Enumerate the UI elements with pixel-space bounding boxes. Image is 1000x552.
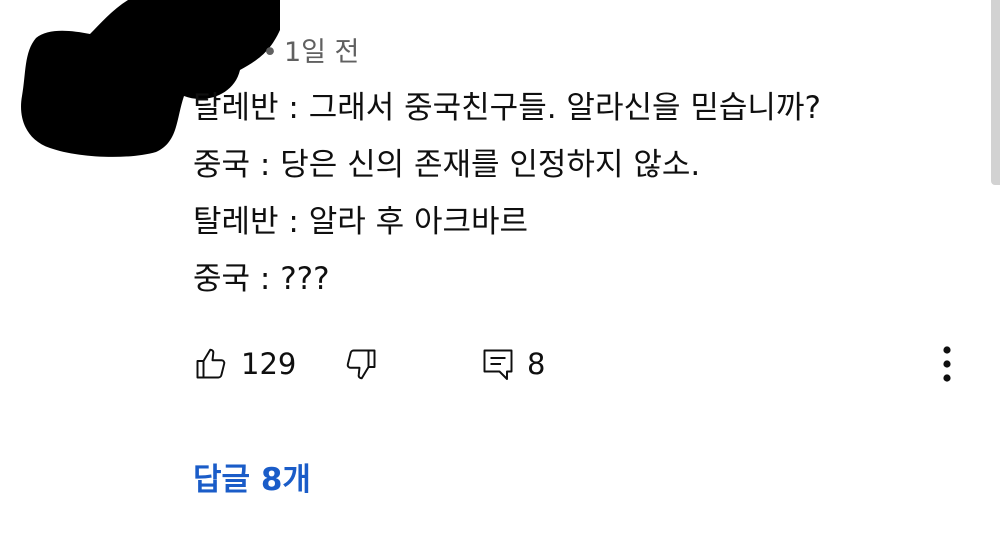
comment-timestamp: 1일 전 xyxy=(283,37,360,68)
meta-separator: • xyxy=(262,37,278,68)
more-options-button[interactable] xyxy=(937,340,957,388)
reply-button[interactable]: 8 xyxy=(481,340,545,388)
comment-line: 중국 : 당은 신의 존재를 인정하지 않소. xyxy=(193,147,701,183)
show-replies-link[interactable]: 답글 8개 xyxy=(193,454,311,499)
thumbs-up-icon xyxy=(196,348,226,379)
comment-line: 탈레반 : 그래서 중국친구들. 알라신을 믿습니까? xyxy=(193,90,821,126)
comment-line: 탈레반 : 알라 후 아크바르 xyxy=(193,204,529,240)
reply-count: 8 xyxy=(527,347,546,381)
comment-meta: • 1일 전 xyxy=(262,30,359,69)
like-count: 129 xyxy=(241,347,297,381)
more-vertical-icon xyxy=(943,346,951,382)
dislike-button[interactable] xyxy=(343,340,379,388)
comment-body: 탈레반 : 그래서 중국친구들. 알라신을 믿습니까? 중국 : 당은 신의 존… xyxy=(193,80,821,308)
comment-icon xyxy=(483,349,513,380)
thumbs-down-icon xyxy=(346,349,376,380)
scrollbar-thumb[interactable] xyxy=(991,0,1000,185)
comment-line: 중국 : ??? xyxy=(193,261,330,297)
like-button[interactable]: 129 xyxy=(193,340,296,388)
comment-actions: 129 8 xyxy=(193,340,993,388)
